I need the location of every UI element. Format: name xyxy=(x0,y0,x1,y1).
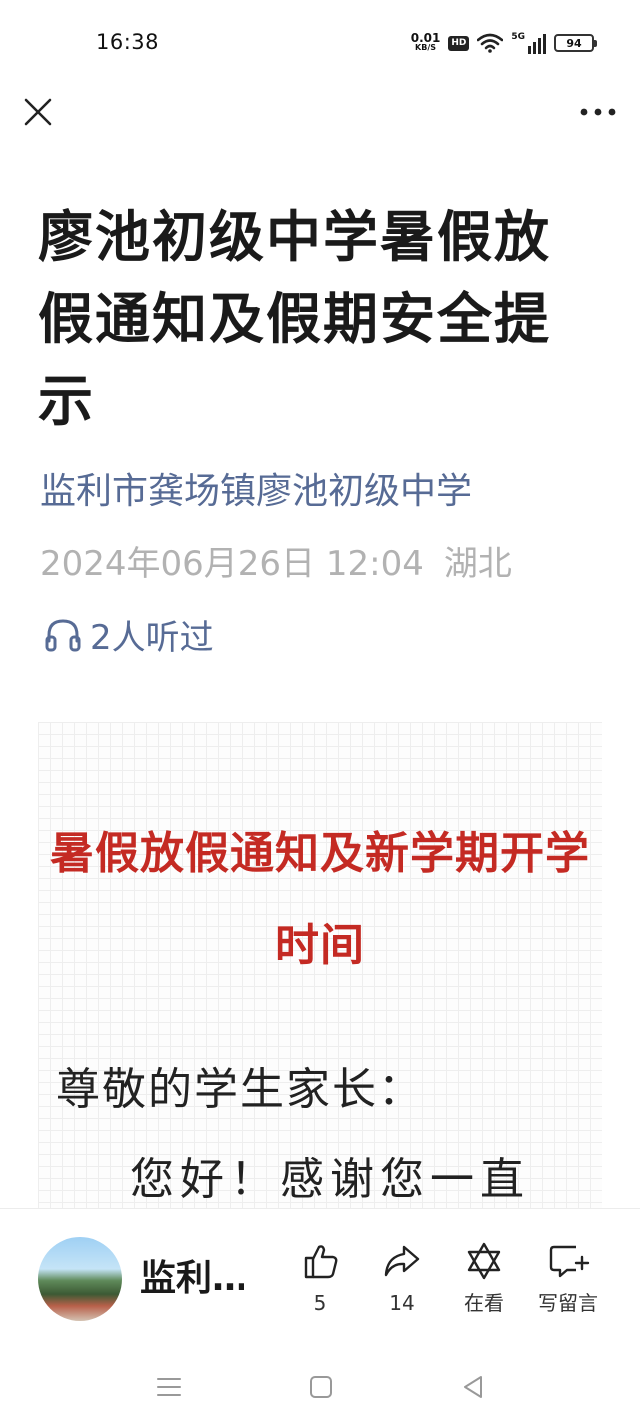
like-count: 5 xyxy=(313,1291,327,1315)
comment-plus-icon xyxy=(549,1245,590,1278)
article-content: 暑假放假通知及新学期开学时间 尊敬的学生家长： 您好！感谢您一直 xyxy=(38,722,602,1222)
close-button[interactable] xyxy=(20,94,56,130)
battery-indicator: 94 xyxy=(554,34,597,52)
more-icon xyxy=(580,108,616,116)
content-paragraph: 您好！感谢您一直 xyxy=(130,1154,530,1205)
headphones-icon xyxy=(45,619,81,652)
hd-badge: HD xyxy=(448,35,470,51)
more-button[interactable] xyxy=(578,98,618,126)
publish-date: 2024年06月26日 12:04 xyxy=(40,544,424,584)
comment-label: 写留言 xyxy=(538,1291,598,1315)
net-speed-unit: KB/S xyxy=(415,43,437,52)
account-name-link[interactable]: 监利市龚场镇廖池初级中学 xyxy=(40,468,472,516)
comment-button[interactable]: 写留言 xyxy=(528,1239,608,1323)
network-type-label: 5G xyxy=(511,32,525,42)
home-button[interactable] xyxy=(306,1372,336,1402)
share-count: 14 xyxy=(389,1291,415,1315)
author-name[interactable]: 监利… xyxy=(140,1257,244,1301)
thumbs-up-icon xyxy=(304,1245,338,1279)
article-title: 廖池初级中学暑假放假通知及假期安全提示 xyxy=(38,205,552,433)
back-button[interactable] xyxy=(458,1372,488,1402)
watching-label: 在看 xyxy=(464,1291,504,1315)
status-time: 16:38 xyxy=(96,30,160,54)
triangle-back-icon xyxy=(464,1376,482,1398)
status-bar: 16:38 0.01 KB/S HD 5G 94 xyxy=(0,0,640,86)
content-heading: 暑假放假通知及新学期开学时间 xyxy=(50,828,590,971)
menu-icon xyxy=(157,1378,181,1396)
listen-count: 2人听过 xyxy=(90,617,214,658)
square-icon xyxy=(310,1376,332,1398)
wifi-icon xyxy=(477,33,504,53)
status-indicators: 0.01 KB/S HD 5G 94 xyxy=(410,30,597,56)
share-button[interactable]: 14 xyxy=(362,1239,442,1323)
close-icon xyxy=(24,98,52,126)
signal-5g-icon: 5G xyxy=(511,32,546,54)
share-icon xyxy=(384,1245,420,1277)
like-button[interactable]: 5 xyxy=(280,1239,360,1323)
listen-button[interactable]: 2人听过 xyxy=(44,610,214,658)
watching-button[interactable]: 在看 xyxy=(444,1239,524,1323)
star-of-david-icon xyxy=(467,1242,501,1280)
menu-button[interactable] xyxy=(154,1372,184,1402)
author-avatar[interactable] xyxy=(38,1237,122,1321)
content-greeting: 尊敬的学生家长： xyxy=(56,1064,424,1115)
bottom-action-bar: 监利… 5 14 在看 写留言 xyxy=(0,1208,640,1348)
system-nav-bar xyxy=(0,1350,640,1423)
publish-meta: 2024年06月26日 12:04 湖北 xyxy=(40,540,512,588)
publish-location: 湖北 xyxy=(443,544,512,584)
net-speed: 0.01 KB/S xyxy=(410,31,441,53)
net-speed-value: 0.01 xyxy=(410,31,441,45)
